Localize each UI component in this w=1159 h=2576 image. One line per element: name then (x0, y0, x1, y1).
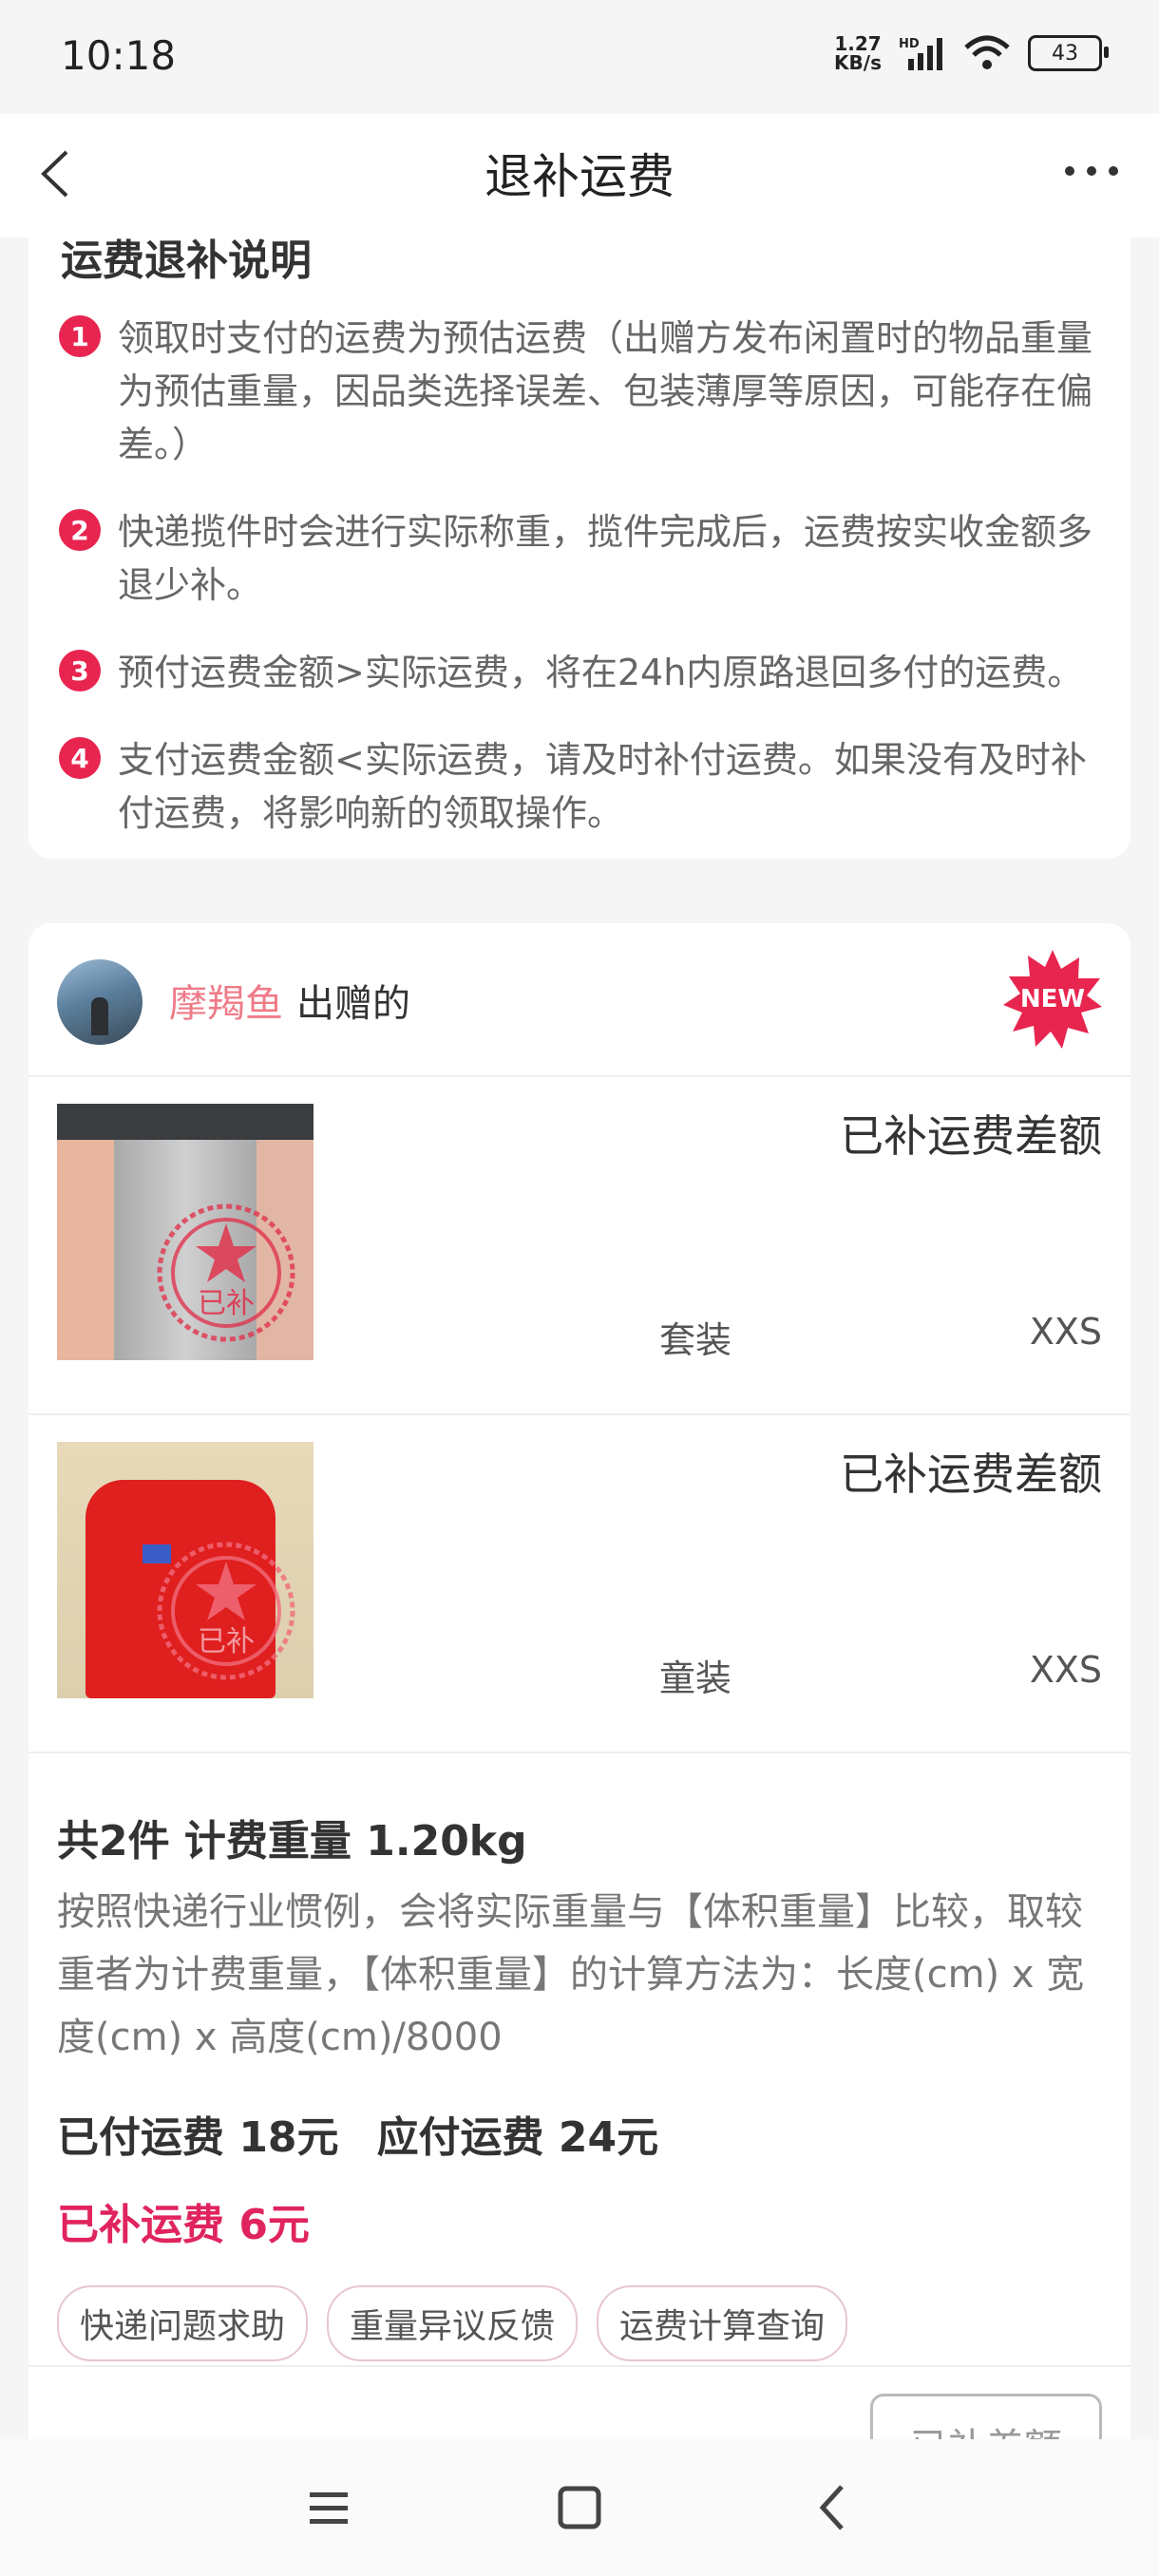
extra-fee: 已补运费 6元 (57, 2201, 310, 2249)
signal-icon: HD (899, 37, 942, 70)
rule-text: 快递揽件时会进行实际称重，揽件完成后，运费按实收金额多退少补。 (118, 511, 1093, 606)
battery-icon: 43 (1028, 35, 1109, 71)
divider (28, 2365, 1130, 2367)
rule-number-badge: 2 (59, 509, 101, 551)
rule-text: 预付运费金额>实际运费，将在24h内原路退回多付的运费。 (118, 652, 1084, 693)
donor-name[interactable]: 摩羯鱼 (169, 982, 283, 1026)
chip-fee-calculator[interactable]: 运费计算查询 (597, 2285, 848, 2361)
stamp-icon: 已补 (157, 1203, 295, 1342)
rule-item: 1 领取时支付的运费为预估运费（出赠方发布闲置时的物品重量为预估重量，因品类选择… (59, 312, 1104, 471)
chip-courier-help[interactable]: 快递问题求助 (57, 2285, 309, 2361)
rules-list: 1 领取时支付的运费为预估运费（出赠方发布闲置时的物品重量为预估重量，因品类选择… (59, 312, 1104, 859)
avatar[interactable] (57, 959, 142, 1045)
more-icon[interactable] (1058, 142, 1125, 199)
system-back-icon[interactable] (806, 2479, 863, 2536)
fee-line: 已付运费 18元 应付运费 24元 (57, 2103, 1102, 2164)
donor-line: 摩羯鱼 出赠的 (169, 973, 410, 1028)
svg-text:已补: 已补 (198, 1625, 255, 1658)
rule-number-badge: 4 (59, 737, 101, 779)
item-status: 已补运费差额 (840, 1110, 1102, 1162)
paid-fee: 已付运费 18元 (57, 2113, 339, 2162)
item-size: XXS (1029, 1311, 1102, 1353)
home-icon[interactable] (551, 2479, 608, 2536)
donor-suffix: 出赠的 (296, 982, 410, 1026)
freight-explain-card: 运费退补说明 1 领取时支付的运费为预估运费（出赠方发布闲置时的物品重量为预估重… (28, 236, 1130, 859)
system-nav-bar (0, 2439, 1159, 2576)
rule-text: 支付运费金额<实际运费，请及时补付运费。如果没有及时补付运费，将影响新的领取操作… (118, 739, 1087, 834)
freight-summary: 共2件 计费重量 1.20kg 按照快递行业惯例，会将实际重量与【体积重量】比较… (57, 1807, 1102, 2361)
help-chips: 快递问题求助 重量异议反馈 运费计算查询 (57, 2285, 1102, 2361)
rule-item: 4 支付运费金额<实际运费，请及时补付运费。如果没有及时补付运费，将影响新的领取… (59, 733, 1104, 840)
top-nav-bar: 退补运费 (0, 114, 1159, 237)
network-speed: 1.27 KB/s (834, 32, 882, 74)
item-status: 已补运费差额 (840, 1449, 1102, 1500)
stamp-icon: 已补 (157, 1542, 295, 1680)
rule-number-badge: 1 (59, 315, 101, 357)
item-image[interactable]: 已补 (57, 1104, 314, 1360)
item-row[interactable]: 已补 已补运费差额 童装 XXS (28, 1413, 1130, 1753)
summary-description: 按照快递行业惯例，会将实际重量与【体积重量】比较，取较重者为计费重量，【体积重量… (57, 1890, 1085, 2059)
donor-row[interactable]: 摩羯鱼 出赠的 NEW (28, 923, 1130, 1077)
due-fee: 应付运费 24元 (376, 2113, 659, 2162)
new-badge-label: NEW (1019, 985, 1086, 1013)
page-title: 退补运费 (484, 149, 674, 204)
explain-title: 运费退补说明 (61, 237, 312, 285)
status-time: 10:18 (61, 32, 177, 79)
item-category: 套装 (659, 1319, 732, 1361)
summary-head: 共2件 计费重量 1.20kg (57, 1817, 527, 1866)
rule-text: 领取时支付的运费为预估运费（出赠方发布闲置时的物品重量为预估重量，因品类选择误差… (118, 317, 1093, 465)
status-icons: 1.27 KB/s HD 43 (834, 32, 1109, 74)
svg-text:HD: HD (899, 37, 920, 51)
status-bar: 10:18 1.27 KB/s HD 43 (0, 0, 1159, 114)
rule-item: 3 预付运费金额>实际运费，将在24h内原路退回多付的运费。 (59, 646, 1104, 699)
rule-number-badge: 3 (59, 650, 101, 691)
item-category: 童装 (659, 1657, 732, 1699)
wifi-icon (964, 35, 1010, 69)
chip-weight-dispute[interactable]: 重量异议反馈 (327, 2285, 579, 2361)
menu-icon[interactable] (300, 2479, 357, 2536)
rule-item: 2 快递揽件时会进行实际称重，揽件完成后，运费按实收金额多退少补。 (59, 505, 1104, 612)
svg-text:已补: 已补 (198, 1287, 255, 1320)
item-size: XXS (1029, 1649, 1102, 1691)
item-image[interactable]: 已补 (57, 1442, 314, 1698)
order-card: 摩羯鱼 出赠的 NEW 已补 已补运费差额 套装 XXS 已补 已补运费差额 童… (28, 923, 1130, 2494)
item-row[interactable]: 已补 已补运费差额 套装 XXS (28, 1075, 1130, 1415)
